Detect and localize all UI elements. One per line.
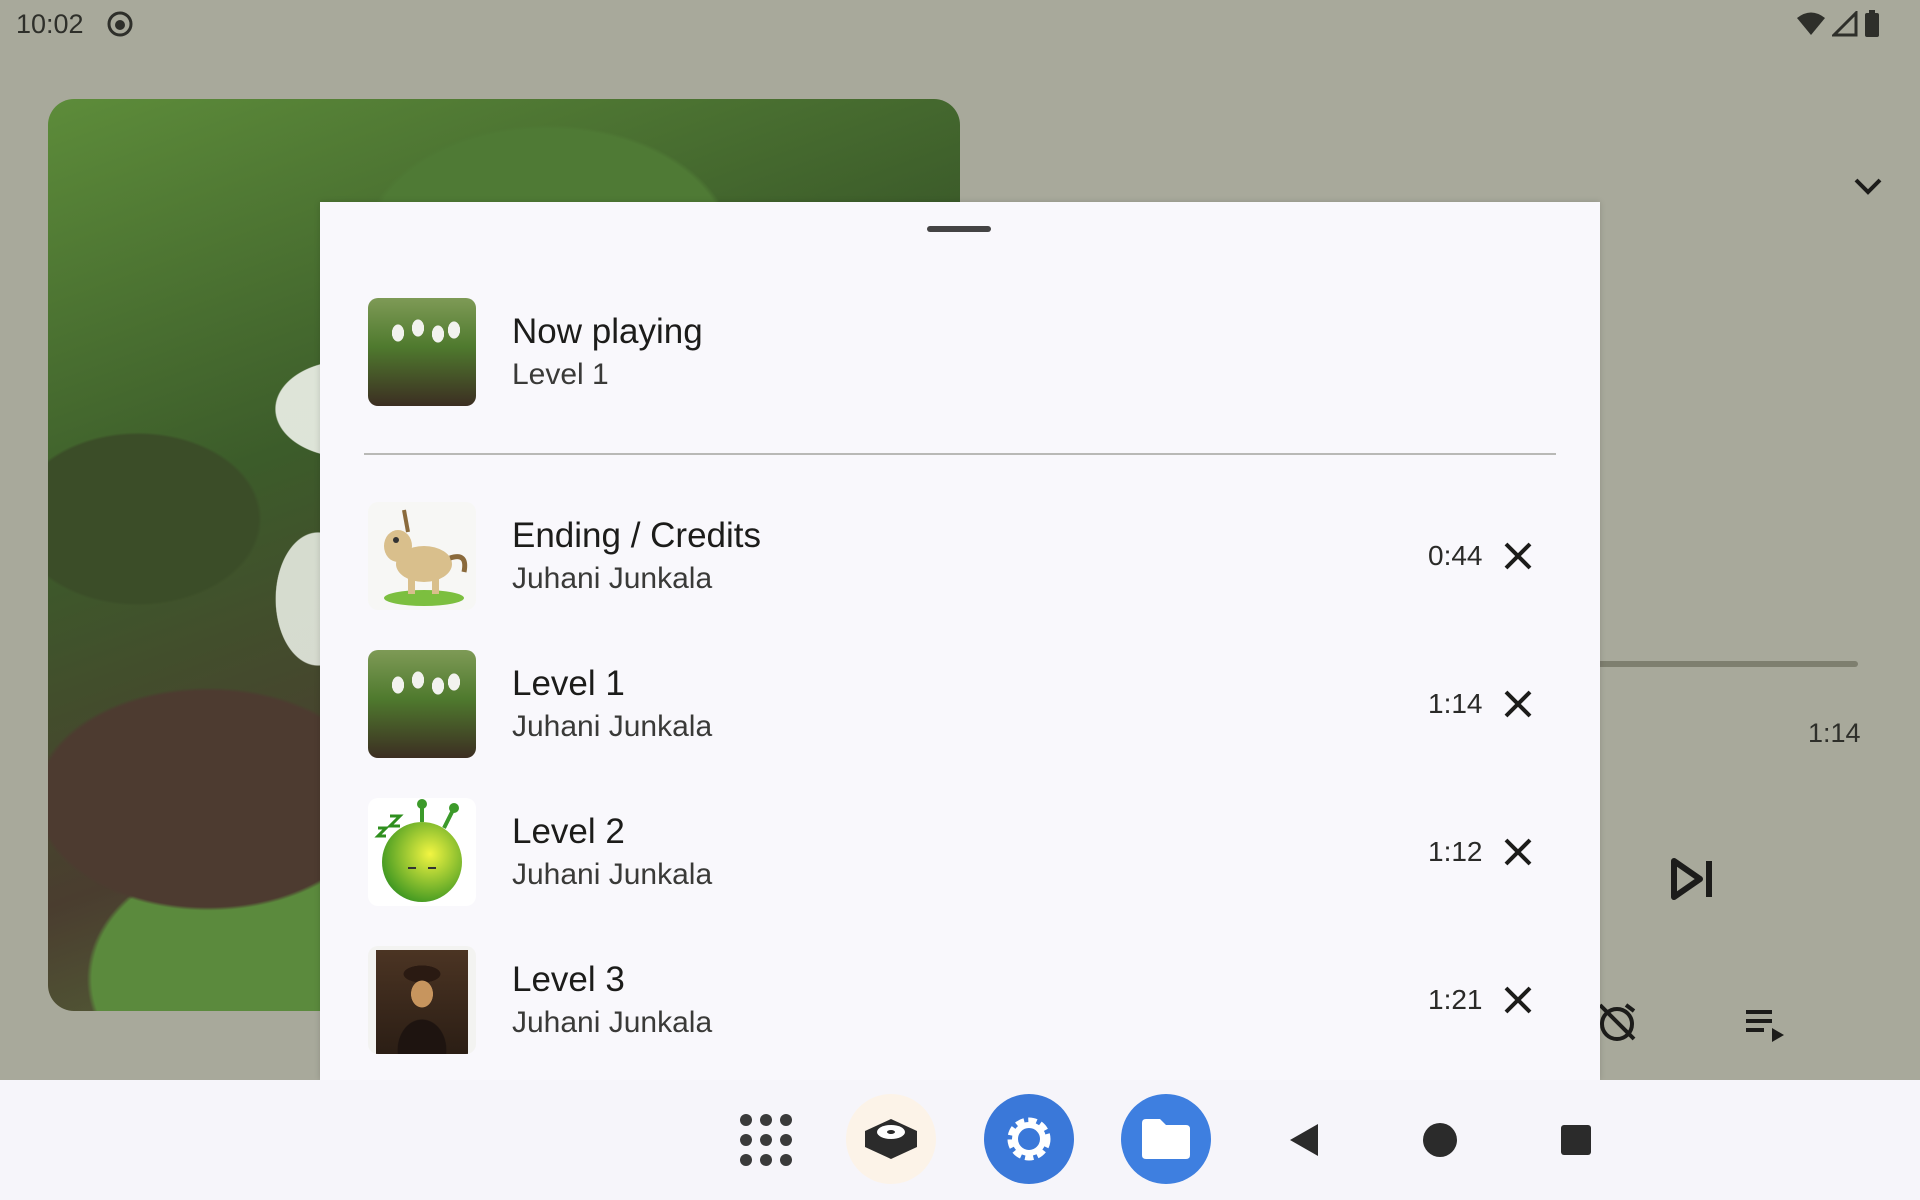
track-thumbnail [368,946,476,1054]
now-playing-header[interactable]: Now playing Level 1 [368,298,1548,406]
now-playing-thumbnail [368,298,476,406]
now-playing-label: Now playing [512,312,703,351]
remove-icon[interactable] [1496,978,1540,1022]
track-duration: 1:21 [1428,984,1483,1015]
queue-icon[interactable] [1744,1006,1790,1046]
status-bar: 10:02 [0,0,1920,50]
queue-item[interactable]: Ending / Credits Juhani Junkala 0:44 [368,502,1568,610]
wifi-icon [1797,12,1825,35]
status-time: 10:02 [16,9,84,39]
face-icon [107,11,133,37]
drag-handle[interactable] [927,226,991,232]
queue-sheet: Now playing Level 1 Ending / Credits Juh… [320,202,1600,1080]
nav-bar [0,1080,1920,1200]
queue-item[interactable]: Level 3 Juhani Junkala 1:21 [368,946,1568,1054]
skip-next-icon[interactable] [1668,853,1720,905]
home-icon[interactable] [1420,1120,1460,1160]
sleep-timer-off-icon[interactable] [1596,1001,1638,1043]
queue-item[interactable]: Level 2 Juhani Junkala 1:12 [368,798,1568,906]
track-title: Level 3 [512,960,625,999]
track-title: Level 1 [512,664,625,703]
status-icons [1796,10,1880,38]
recents-icon[interactable] [1558,1122,1594,1158]
track-artist: Juhani Junkala [512,710,713,743]
remove-icon[interactable] [1496,830,1540,874]
settings-app-icon[interactable] [984,1094,1074,1184]
queue-item[interactable]: Level 1 Juhani Junkala 1:14 [368,650,1568,758]
track-artist: Juhani Junkala [512,562,713,595]
horse-image [384,509,468,606]
track-duration: 1:12 [1428,836,1483,867]
track-duration: 1:14 [1428,688,1483,719]
total-time: 1:14 [1808,718,1861,748]
track-duration: 0:44 [1428,540,1483,571]
track-title: Ending / Credits [512,516,762,555]
track-artist: Juhani Junkala [512,858,713,891]
alien-image [374,799,462,902]
collapse-icon[interactable] [1848,166,1888,206]
remove-icon[interactable] [1496,534,1540,578]
track-title: Level 2 [512,812,625,851]
now-playing-track: Level 1 [512,358,609,391]
music-app-icon[interactable] [846,1094,936,1184]
files-app-icon[interactable] [1121,1094,1211,1184]
portrait-image [376,950,468,1054]
track-thumbnail [368,798,476,906]
track-thumbnail [368,650,476,758]
track-artist: Juhani Junkala [512,1006,713,1039]
divider [364,453,1556,455]
battery-icon [1865,10,1879,37]
track-thumbnail [368,502,476,610]
back-icon[interactable] [1284,1118,1324,1162]
signal-icon [1832,11,1858,37]
app-launcher-icon[interactable] [736,1110,796,1170]
remove-icon[interactable] [1496,682,1540,726]
